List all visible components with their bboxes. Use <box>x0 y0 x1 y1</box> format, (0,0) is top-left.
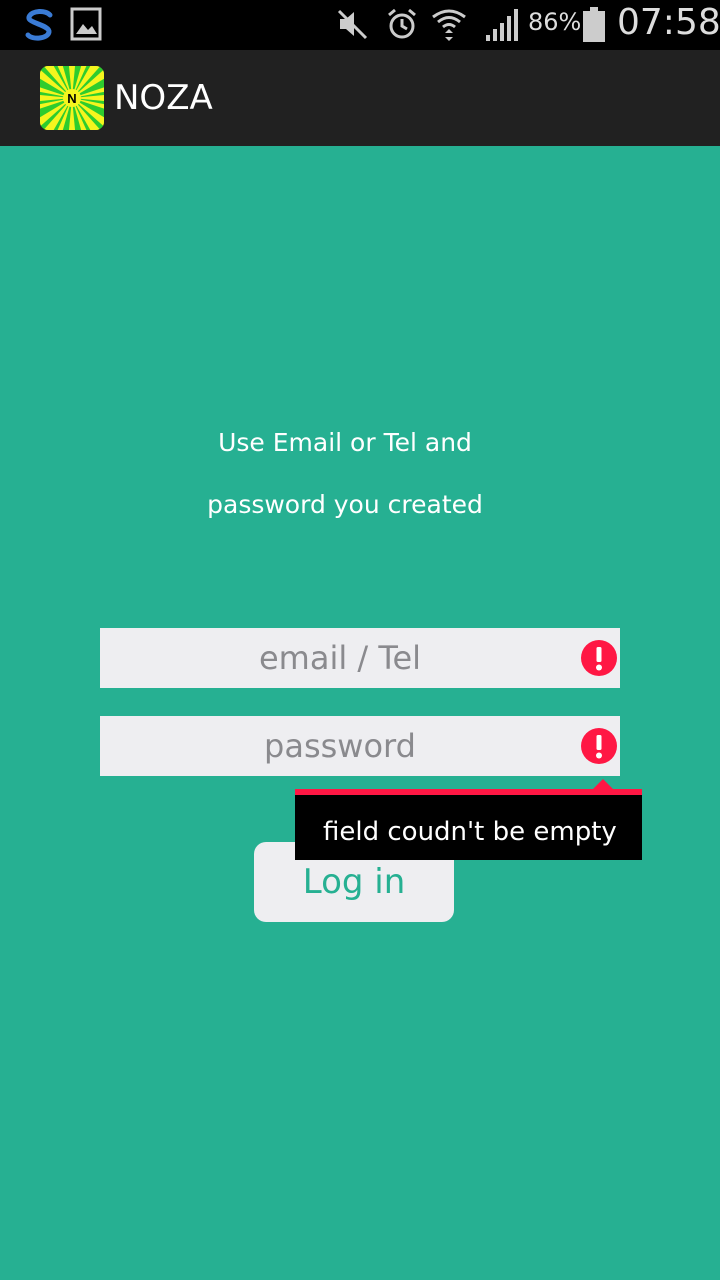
status-bar: 86% 07:58 <box>0 0 720 50</box>
action-bar: N NOZA <box>0 50 720 146</box>
tooltip-arrow <box>593 779 613 789</box>
instruction-line-1: Use Email or Tel and <box>218 428 472 457</box>
battery-percent: 86% <box>528 8 582 36</box>
error-icon[interactable] <box>580 727 618 765</box>
noza-logo-icon[interactable]: N <box>40 66 104 130</box>
wifi-icon <box>430 7 468 47</box>
svg-text:N: N <box>67 91 76 106</box>
error-tooltip: field coudn't be empty <box>295 779 642 860</box>
email-field[interactable] <box>100 628 580 688</box>
password-field[interactable] <box>100 716 580 776</box>
mute-icon <box>336 7 370 45</box>
app-title: NOZA <box>114 78 213 118</box>
error-icon[interactable] <box>580 639 618 677</box>
signal-icon <box>484 7 522 47</box>
password-field-container <box>100 716 620 776</box>
error-message: field coudn't be empty <box>323 817 617 847</box>
clock: 07:58 <box>617 2 720 43</box>
alarm-icon <box>385 7 419 45</box>
email-field-container <box>100 628 620 688</box>
sync-icon <box>20 7 58 47</box>
battery-icon <box>582 7 606 47</box>
instruction-line-2: password you created <box>207 490 483 519</box>
gallery-icon <box>70 7 102 45</box>
